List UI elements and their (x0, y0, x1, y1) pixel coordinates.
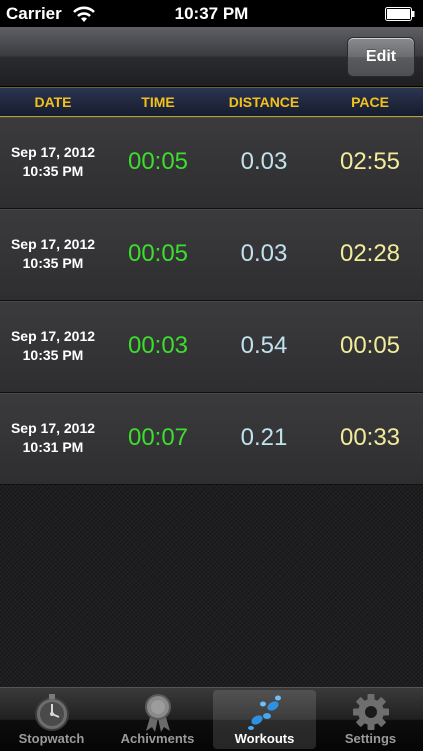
workout-time: 00:05 (127, 240, 189, 267)
workout-time: 00:05 (127, 148, 189, 175)
workout-distance: 0.03 (240, 148, 288, 175)
workout-date-day: Sep 17, 2012 (10, 328, 96, 344)
tab-label: Settings (344, 731, 397, 746)
column-header-pace: PACE (351, 94, 389, 110)
gear-icon (352, 694, 389, 730)
column-header-distance: DISTANCE (228, 94, 300, 110)
workout-list: Sep 17, 2012 10:35 PM 00:05 0.03 02:55 S… (0, 117, 423, 485)
workout-date-day: Sep 17, 2012 (10, 144, 96, 160)
workout-row[interactable]: Sep 17, 2012 10:35 PM 00:05 0.03 02:28 (0, 209, 423, 301)
tab-label: Stopwatch (18, 731, 85, 746)
workout-date-clock: 10:35 PM (22, 255, 84, 271)
workout-time: 00:03 (127, 332, 189, 359)
tab-stopwatch[interactable]: Stopwatch (0, 690, 103, 749)
column-header-time: TIME (141, 94, 175, 110)
edit-button[interactable]: Edit (347, 37, 415, 77)
workout-pace: 02:28 (339, 240, 401, 267)
tab-achievements[interactable]: Achivments (106, 690, 209, 749)
workout-row[interactable]: Sep 17, 2012 10:31 PM 00:07 0.21 00:33 (0, 393, 423, 485)
tab-label: Workouts (234, 731, 295, 746)
workout-date-clock: 10:35 PM (22, 163, 84, 179)
workout-time: 00:07 (127, 424, 189, 451)
column-header: DATE TIME DISTANCE PACE (0, 87, 423, 118)
workout-date-clock: 10:35 PM (22, 347, 84, 363)
workout-date: Sep 17, 2012 10:31 PM (0, 419, 106, 457)
workout-distance: 0.54 (240, 332, 288, 359)
tab-label: Achivments (120, 731, 195, 746)
workout-date-day: Sep 17, 2012 (10, 420, 96, 436)
battery-icon (385, 7, 415, 21)
navigation-bar: Edit (0, 27, 423, 87)
workout-date-clock: 10:31 PM (22, 439, 84, 455)
workout-date: Sep 17, 2012 10:35 PM (0, 143, 106, 181)
workout-date-day: Sep 17, 2012 (10, 236, 96, 252)
empty-list-area (0, 485, 423, 687)
workout-pace: 02:55 (339, 148, 401, 175)
workout-row[interactable]: Sep 17, 2012 10:35 PM 00:03 0.54 00:05 (0, 301, 423, 393)
workout-distance: 0.21 (240, 424, 288, 451)
workout-row[interactable]: Sep 17, 2012 10:35 PM 00:05 0.03 02:55 (0, 117, 423, 209)
column-header-date: DATE (34, 94, 72, 110)
ribbon-icon (144, 694, 171, 732)
status-bar: Carrier 10:37 PM (0, 0, 423, 27)
workout-date: Sep 17, 2012 10:35 PM (0, 235, 106, 273)
status-time: 10:37 PM (174, 4, 249, 23)
workout-distance: 0.03 (240, 240, 288, 267)
workout-pace: 00:05 (339, 332, 401, 359)
workout-date: Sep 17, 2012 10:35 PM (0, 327, 106, 365)
footprints-icon (247, 695, 281, 730)
stopwatch-icon (34, 694, 69, 731)
tab-workouts[interactable]: Workouts (213, 690, 316, 749)
workout-pace: 00:33 (339, 424, 401, 451)
tab-settings[interactable]: Settings (319, 690, 422, 749)
tab-bar: Stopwatch Achivments Workouts Settings (0, 687, 423, 751)
